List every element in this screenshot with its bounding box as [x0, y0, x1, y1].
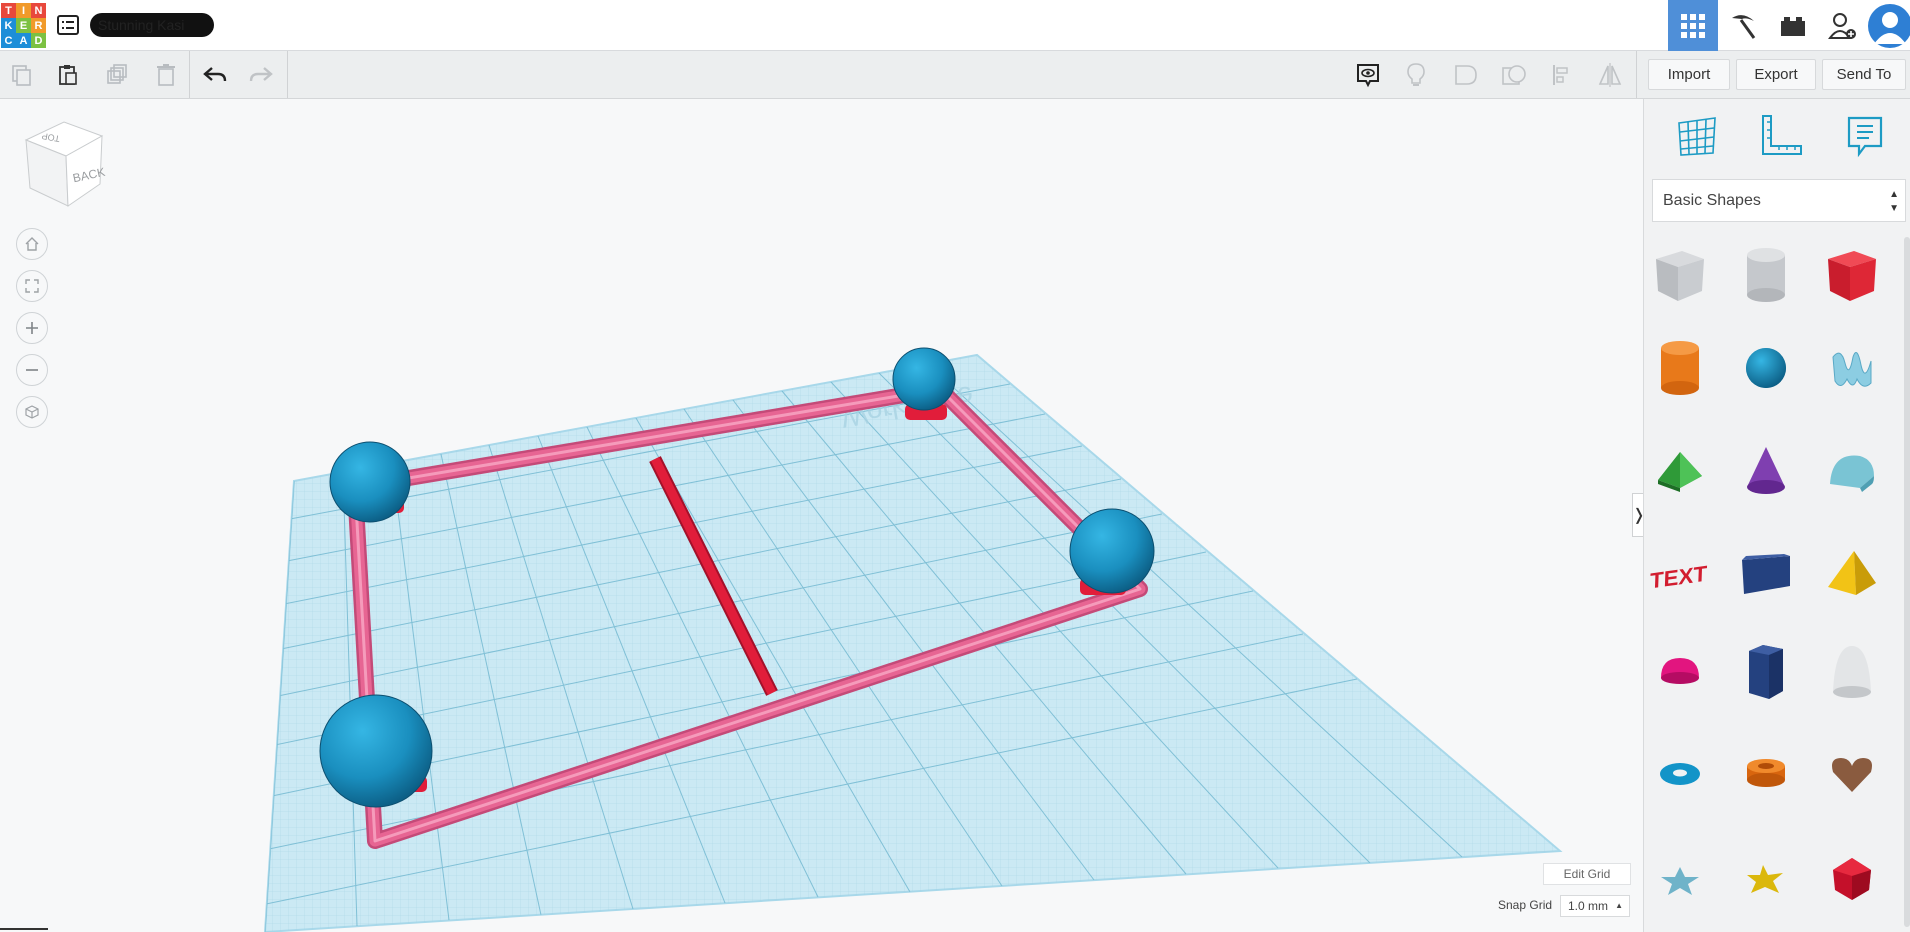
- copy-icon[interactable]: [6, 59, 38, 91]
- roof-icon[interactable]: [1648, 439, 1712, 503]
- shape-library-label: Basic Shapes: [1663, 192, 1761, 209]
- logo-letter: I: [16, 3, 31, 18]
- svg-text:TEXT: TEXT: [1650, 561, 1708, 593]
- panel-scrollbar[interactable]: [1904, 237, 1910, 927]
- ruler-icon[interactable]: [1756, 112, 1806, 160]
- sphere-object[interactable]: [892, 347, 956, 411]
- collapse-panel-button[interactable]: ❭: [1632, 493, 1643, 537]
- cylinder-icon[interactable]: [1648, 336, 1712, 400]
- sphere-object[interactable]: [329, 441, 411, 523]
- ortho-view-icon[interactable]: [16, 396, 48, 428]
- shape-library-select[interactable]: Basic Shapes ▲ ▼: [1652, 179, 1906, 222]
- duplicate-icon[interactable]: [101, 59, 133, 91]
- scribble-icon[interactable]: [1820, 336, 1884, 400]
- notes-toggle-icon[interactable]: [1352, 59, 1384, 91]
- snap-grid-label: Snap Grid: [1498, 898, 1553, 912]
- shapes-panel: Basic Shapes ▲ ▼ TEXT: [1643, 99, 1910, 932]
- export-button[interactable]: Export: [1736, 59, 1816, 90]
- pickaxe-icon[interactable]: [1718, 0, 1768, 51]
- half-sphere-icon[interactable]: [1648, 640, 1712, 704]
- sphere-icon[interactable]: [1734, 336, 1798, 400]
- design-list-icon[interactable]: [56, 14, 80, 36]
- logo-letter: T: [1, 3, 16, 18]
- yellow-star-icon[interactable]: [1734, 847, 1798, 911]
- cone-icon[interactable]: [1734, 439, 1798, 503]
- home-view-icon[interactable]: [16, 228, 48, 260]
- box-icon[interactable]: [1820, 243, 1884, 307]
- logo-letter: E: [16, 18, 31, 33]
- snap-grid-select[interactable]: 1.0 mm ▲: [1560, 895, 1630, 917]
- workplane-scene[interactable]: Workplane: [0, 99, 1643, 932]
- tube-icon[interactable]: [1734, 742, 1798, 806]
- view-cube[interactable]: TOP BACK: [20, 118, 106, 210]
- star-icon[interactable]: [1648, 847, 1712, 911]
- snap-grid-value: 1.0 mm: [1568, 899, 1609, 913]
- mirror-icon[interactable]: [1594, 59, 1626, 91]
- logo-letter: D: [31, 33, 46, 48]
- wedge-icon[interactable]: [1734, 543, 1798, 607]
- sphere-object[interactable]: [1069, 508, 1155, 594]
- torus-icon[interactable]: [1648, 742, 1712, 806]
- toolbar-divider: [189, 51, 190, 98]
- add-user-icon[interactable]: [1818, 0, 1868, 51]
- logo-letter: R: [31, 18, 46, 33]
- paste-icon[interactable]: [52, 59, 84, 91]
- bottom-indicator: [0, 928, 48, 930]
- app-header: T I N K E R C A D Stunning Kasi: [0, 0, 1910, 51]
- logo-letter: K: [1, 18, 16, 33]
- logo-letter: C: [1, 33, 16, 48]
- undo-icon[interactable]: [199, 59, 231, 91]
- hole-shape-icon[interactable]: [1498, 59, 1530, 91]
- bricks-icon[interactable]: [1768, 0, 1818, 51]
- caret-up-icon: ▲: [1615, 901, 1623, 910]
- workplane-icon[interactable]: [1672, 112, 1722, 160]
- tinkercad-logo[interactable]: T I N K E R C A D: [1, 3, 46, 48]
- project-name[interactable]: Stunning Kasi: [90, 13, 214, 37]
- cylinder-hole-icon[interactable]: [1734, 243, 1798, 307]
- solid-shape-icon[interactable]: [1450, 59, 1482, 91]
- import-button[interactable]: Import: [1648, 59, 1730, 90]
- icosahedron-icon[interactable]: [1820, 847, 1884, 911]
- edit-grid-button[interactable]: Edit Grid: [1543, 863, 1631, 885]
- chevron-right-icon: ❭: [1632, 505, 1643, 525]
- edit-toolbar: Import Export Send To: [0, 51, 1910, 99]
- logo-letter: N: [31, 3, 46, 18]
- light-bulb-icon[interactable]: [1400, 59, 1432, 91]
- box-hole-icon[interactable]: [1648, 243, 1712, 307]
- grid-view-icon[interactable]: [1668, 0, 1718, 51]
- polygon-icon[interactable]: [1734, 640, 1798, 704]
- sphere-object[interactable]: [319, 694, 433, 808]
- send-to-button[interactable]: Send To: [1822, 59, 1906, 90]
- fit-view-icon[interactable]: [16, 270, 48, 302]
- zoom-out-icon[interactable]: [16, 354, 48, 386]
- round-roof-icon[interactable]: [1820, 439, 1884, 503]
- paraboloid-icon[interactable]: [1820, 640, 1884, 704]
- align-icon[interactable]: [1546, 59, 1578, 91]
- toolbar-divider: [1636, 51, 1637, 98]
- zoom-in-icon[interactable]: [16, 312, 48, 344]
- avatar[interactable]: [1866, 0, 1910, 51]
- select-arrows-icon: ▲ ▼: [1889, 189, 1899, 214]
- heart-icon[interactable]: [1820, 742, 1884, 806]
- delete-icon[interactable]: [150, 59, 182, 91]
- notes-icon[interactable]: [1840, 112, 1890, 160]
- text-icon[interactable]: TEXT: [1648, 543, 1712, 607]
- toolbar-divider: [287, 51, 288, 98]
- logo-letter: A: [16, 33, 31, 48]
- pyramid-icon[interactable]: [1820, 543, 1884, 607]
- design-viewport[interactable]: Workplane TOP BACK: [0, 99, 1643, 932]
- redo-icon[interactable]: [245, 59, 277, 91]
